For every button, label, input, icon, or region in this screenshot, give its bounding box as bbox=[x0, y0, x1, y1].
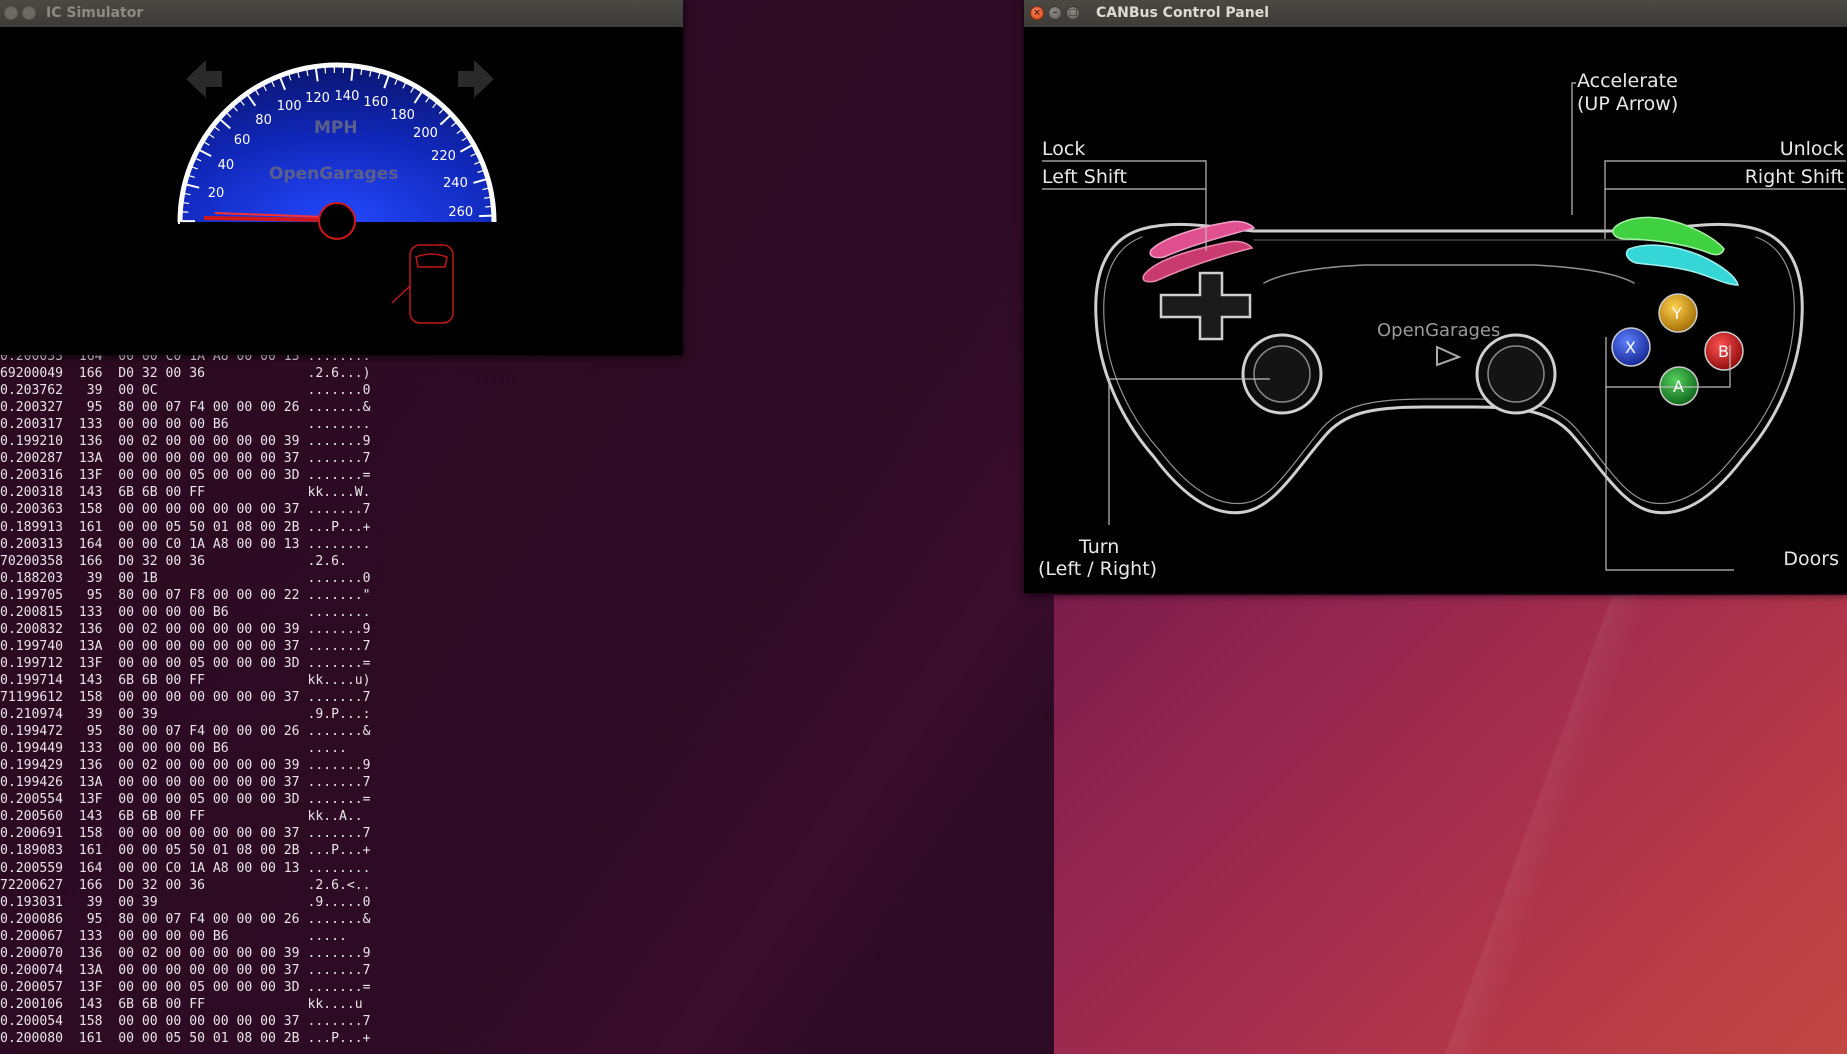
instrument-cluster: MPH OpenGarages 20 40 60 80 100 120 140 160 180 2… bbox=[0, 27, 683, 355]
speed-tick-label: 180 bbox=[390, 107, 415, 123]
log-line: 0.200559 164 00 00 C0 1A A8 00 00 13 ...… bbox=[0, 860, 371, 876]
log-line: 0.200057 13F 00 00 00 05 00 00 00 3D ...… bbox=[0, 979, 371, 995]
log-line: 0.200287 13A 00 00 00 00 00 00 00 37 ...… bbox=[0, 451, 371, 467]
unlock-key-label: Right Shift bbox=[1744, 166, 1844, 188]
window-title: IC Simulator bbox=[46, 5, 144, 21]
log-line: 0.200554 13F 00 00 00 05 00 00 00 3D ...… bbox=[0, 792, 371, 808]
unlock-label: Unlock bbox=[1779, 138, 1844, 160]
speed-tick-label: 100 bbox=[276, 98, 302, 114]
gauge-tick bbox=[478, 214, 492, 218]
log-line: 0.200106 143 6B 6B 00 FF kk....u bbox=[0, 996, 363, 1012]
desktop-wallpaper-gradient bbox=[1054, 595, 1847, 1054]
log-line: 0.200313 164 00 00 C0 1A A8 00 00 13 ...… bbox=[0, 536, 371, 552]
log-line: 0.199740 13A 00 00 00 00 00 00 00 37 ...… bbox=[0, 638, 371, 654]
speed-tick-label: 80 bbox=[255, 113, 272, 129]
log-line: 0.200327 95 80 00 07 F4 00 00 00 26 ....… bbox=[0, 400, 371, 416]
speed-tick-label: 200 bbox=[413, 126, 438, 142]
log-line: 0.200316 13F 00 00 00 05 00 00 00 3D ...… bbox=[0, 468, 371, 484]
x-button-label: X bbox=[1625, 338, 1636, 357]
log-line: 0.200067 133 00 00 00 00 B6 ..... bbox=[0, 928, 347, 944]
log-line: 71199612 158 00 00 00 00 00 00 00 37 ...… bbox=[0, 690, 371, 705]
unit-label: MPH bbox=[314, 118, 358, 138]
b-button-label: B bbox=[1718, 342, 1729, 361]
speed-tick-label: 260 bbox=[448, 205, 474, 221]
speed-tick-label: 120 bbox=[305, 90, 330, 106]
minimize-icon[interactable] bbox=[22, 6, 36, 20]
brand-label: OpenGarages bbox=[1377, 320, 1501, 341]
accelerate-label: Accelerate bbox=[1577, 70, 1678, 92]
gauge-tick bbox=[183, 202, 190, 205]
log-line: 70200358 166 D0 32 00 36 .2.6. bbox=[0, 553, 347, 569]
controller-panel[interactable]: OpenGarages Lock Left Shift Accelerate (… bbox=[1024, 27, 1847, 593]
ic-titlebar[interactable]: IC Simulator bbox=[0, 0, 683, 27]
turn-key-label: (Left / Right) bbox=[1038, 558, 1158, 580]
play-icon bbox=[1436, 345, 1462, 367]
speed-tick-label: 20 bbox=[207, 185, 225, 201]
gauge-tick bbox=[485, 205, 492, 208]
log-line: 69200049 166 D0 32 00 36 .2.6...) bbox=[0, 366, 371, 382]
lock-trigger-icon bbox=[1142, 220, 1256, 283]
speed-tick-label: 40 bbox=[217, 157, 235, 173]
log-line: 0.199449 133 00 00 00 00 B6 ..... bbox=[0, 741, 347, 757]
log-line: 0.200317 133 00 00 00 00 B6 ........ bbox=[0, 417, 371, 433]
y-button-label: Y bbox=[1672, 304, 1682, 323]
window-title: CANBus Control Panel bbox=[1096, 5, 1270, 21]
log-line: 0.200363 158 00 00 00 00 00 00 00 37 ...… bbox=[0, 502, 371, 518]
log-line: 0.200815 133 00 00 00 00 B6 ........ bbox=[0, 604, 371, 620]
left-thumbstick-icon bbox=[1241, 333, 1323, 415]
log-line: 0.200832 136 00 02 00 00 00 00 00 39 ...… bbox=[0, 621, 371, 637]
lock-key-label: Left Shift bbox=[1042, 166, 1127, 188]
car-doors-icon bbox=[391, 244, 454, 324]
close-icon[interactable]: × bbox=[1030, 6, 1044, 20]
close-icon[interactable] bbox=[4, 6, 18, 20]
speed-needle bbox=[203, 216, 331, 222]
speed-tick-label: 140 bbox=[334, 89, 360, 105]
arrow-left-icon bbox=[186, 60, 222, 98]
right-thumbstick-icon bbox=[1475, 333, 1557, 415]
speed-tick-label: 220 bbox=[431, 149, 456, 165]
minimize-icon[interactable]: – bbox=[1048, 6, 1062, 20]
log-line: 0.200691 158 00 00 00 00 00 00 00 37 ...… bbox=[0, 826, 371, 842]
accelerate-key-label: (UP Arrow) bbox=[1577, 93, 1679, 115]
log-line: 0.189913 161 00 00 05 50 01 08 00 2B ...… bbox=[0, 519, 371, 535]
brand-label: OpenGarages bbox=[269, 164, 399, 184]
speed-tick-label: 60 bbox=[233, 133, 251, 149]
dpad-icon bbox=[1159, 271, 1252, 341]
log-line: 0.200560 143 6B 6B 00 FF kk..A.. bbox=[0, 809, 363, 825]
log-line: 0.193031 39 00 39 .9.....0 bbox=[0, 894, 371, 910]
turn-label: Turn bbox=[1079, 536, 1120, 558]
log-line: 0.200054 158 00 00 00 00 00 00 00 37 ...… bbox=[0, 1013, 371, 1029]
log-line: 0.200070 136 00 02 00 00 00 00 00 39 ...… bbox=[0, 945, 371, 961]
speed-tick-label: 240 bbox=[443, 176, 468, 192]
terminal-output[interactable]: 0.200033 164 00 00 C0 1A A8 00 00 13 ...… bbox=[0, 348, 1054, 1054]
doors-label: Doors bbox=[1783, 548, 1839, 570]
arrow-right-icon bbox=[458, 60, 494, 98]
instrument-cluster-graphic bbox=[177, 60, 497, 324]
log-line: 0.199705 95 80 00 07 F8 00 00 00 22 ....… bbox=[0, 587, 371, 603]
needle-hub bbox=[318, 202, 356, 240]
canbus-control-panel-window[interactable]: × – □ CANBus Control Panel OpenGarages L… bbox=[1024, 0, 1847, 593]
gauge-tick bbox=[350, 67, 354, 81]
ic-simulator-window[interactable]: IC Simulator MPH OpenGarages 20 40 60 80… bbox=[0, 0, 683, 355]
log-line: 0.200080 161 00 00 05 50 01 08 00 2B ...… bbox=[0, 1031, 371, 1046]
canbus-titlebar[interactable]: × – □ CANBus Control Panel bbox=[1024, 0, 1847, 27]
log-line: 0.188203 39 00 1B .......0 bbox=[0, 570, 371, 586]
log-line: 72200627 166 D0 32 00 36 .2.6.<.. bbox=[0, 877, 371, 893]
log-line: 0.200086 95 80 00 07 F4 00 00 00 26 ....… bbox=[0, 911, 371, 927]
a-button-label: A bbox=[1673, 377, 1684, 396]
log-line: 0.199210 136 00 02 00 00 00 00 00 39 ...… bbox=[0, 434, 371, 450]
log-line: 0.210974 39 00 39 .9.P...: bbox=[0, 707, 371, 723]
log-line: 0.199429 136 00 02 00 00 00 00 00 39 ...… bbox=[0, 758, 371, 774]
gamepad-graphic bbox=[1042, 82, 1846, 571]
maximize-icon[interactable]: □ bbox=[1066, 6, 1080, 20]
log-line: 0.203762 39 00 0C .......0 bbox=[0, 383, 371, 399]
log-line: 0.200074 13A 00 00 00 00 00 00 00 37 ...… bbox=[0, 962, 371, 978]
log-line: 0.199472 95 80 00 07 F4 00 00 00 26 ....… bbox=[0, 724, 371, 740]
log-line: 0.199712 13F 00 00 00 05 00 00 00 3D ...… bbox=[0, 655, 371, 671]
lock-label: Lock bbox=[1042, 138, 1086, 160]
log-line: 0.199426 13A 00 00 00 00 00 00 00 37 ...… bbox=[0, 775, 371, 791]
log-line: 0.189083 161 00 00 05 50 01 08 00 2B ...… bbox=[0, 843, 371, 859]
log-line: 0.200318 143 6B 6B 00 FF kk....W. bbox=[0, 485, 371, 501]
log-line: 0.199714 143 6B 6B 00 FF kk....u) bbox=[0, 672, 371, 688]
